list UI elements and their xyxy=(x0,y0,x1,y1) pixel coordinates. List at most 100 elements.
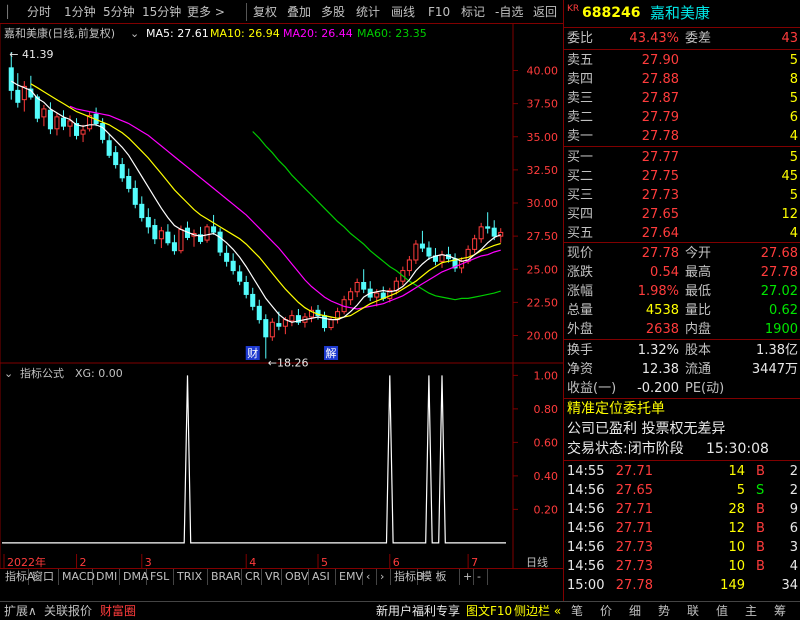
indicator-tab[interactable]: 窗口 xyxy=(29,569,59,585)
jie-marker[interactable]: 解 xyxy=(324,346,339,360)
ask-price: 27.87 xyxy=(641,91,679,106)
tick-side: B xyxy=(756,521,765,536)
status-left-item[interactable]: 扩展∧ xyxy=(4,603,37,620)
tick-volume: 5 xyxy=(736,483,745,498)
side-tab-6[interactable]: 主 xyxy=(745,603,757,620)
tick-price: 27.78 xyxy=(615,578,653,593)
stock-title-row: KR 688246 嘉和美康 xyxy=(564,3,800,23)
tab-1min[interactable]: 1分钟 xyxy=(64,4,96,20)
status-left-item[interactable]: 财富圈 xyxy=(100,603,136,620)
indicator-tab[interactable]: DMI xyxy=(93,569,120,585)
indicator-menu-icon[interactable]: ⌄ xyxy=(4,367,13,380)
precise-order-link[interactable]: 精准定位委托单 xyxy=(564,400,800,419)
ask-row[interactable]: 卖五 27.90 5 xyxy=(564,51,800,70)
kline-chart-svg[interactable]: 嘉和美康(日线,前复权) ⌄ MA5: 27.61 MA10: 26.94 MA20: … xyxy=(0,24,563,568)
bid-row[interactable]: 买一 27.77 5 xyxy=(564,148,800,167)
indicator-tab[interactable]: 指标A xyxy=(2,569,35,585)
tick-volume: 149 xyxy=(720,578,745,593)
return-button[interactable]: 返回 xyxy=(533,4,557,20)
stock-name: 嘉和美康 xyxy=(650,4,711,22)
fuquan-button[interactable]: 复权 xyxy=(253,4,277,20)
bid-row[interactable]: 买五 27.64 4 xyxy=(564,224,800,243)
status-left-item[interactable]: 图文F10 xyxy=(466,603,512,620)
ind-y-tick-label: 0.40 xyxy=(534,470,559,483)
ind-y-tick-label: 0.60 xyxy=(534,436,559,449)
side-tab-4[interactable]: 联 xyxy=(687,603,699,620)
side-tab-3[interactable]: 势 xyxy=(658,603,670,620)
indicator-tab[interactable]: FSL xyxy=(147,569,174,585)
tick-count: 4 xyxy=(789,559,798,574)
indicator-tab[interactable]: CR xyxy=(242,569,262,585)
indicator-tab[interactable]: › xyxy=(377,569,391,585)
ask-row[interactable]: 卖三 27.87 5 xyxy=(564,89,800,108)
indicator-tab[interactable]: MACD xyxy=(59,569,95,585)
ask-row[interactable]: 卖一 27.78 4 xyxy=(564,127,800,146)
side-tab-2[interactable]: 细 xyxy=(629,603,641,620)
mark-button[interactable]: 标记 xyxy=(461,4,485,20)
tab-intraday[interactable]: 分时 xyxy=(27,4,51,20)
f10-button[interactable]: F10 xyxy=(428,4,450,20)
indicator-tab[interactable]: VR xyxy=(262,569,282,585)
chart-menu-icon[interactable]: ⌄ xyxy=(130,27,139,40)
tick-time: 14:56 xyxy=(567,559,605,574)
quote-label: 内盘 xyxy=(685,322,712,337)
tab-more[interactable]: 更多 > xyxy=(187,4,225,20)
indicator-tab[interactable]: EMV xyxy=(336,569,363,585)
side-tab-5[interactable]: 值 xyxy=(716,603,728,620)
indicator-tab[interactable]: BRAR xyxy=(208,569,242,585)
toolbar-back-icon[interactable]: │ xyxy=(4,4,11,20)
fundamental-row: 换手 1.32% 股本 1.38亿 xyxy=(564,341,800,360)
remove-watchlist-button[interactable]: -自选 xyxy=(495,4,523,20)
status-left-item[interactable]: 关联报价 xyxy=(44,603,92,620)
status-left-item[interactable]: 侧边栏 « xyxy=(514,603,561,620)
candle-body xyxy=(328,319,334,329)
high-price-annotation: ← 41.39 xyxy=(9,48,53,61)
bid-row[interactable]: 买四 27.65 12 xyxy=(564,205,800,224)
ask-row[interactable]: 卖四 27.88 8 xyxy=(564,70,800,89)
status-left-item[interactable]: 新用户福利专享 xyxy=(376,603,460,620)
chart-area[interactable]: 嘉和美康(日线,前复权) ⌄ MA5: 27.61 MA10: 26.94 MA20: … xyxy=(0,24,563,568)
indicator-tab[interactable]: 指标B xyxy=(391,569,424,585)
indicator-tab[interactable]: ‹ xyxy=(363,569,377,585)
tick-row[interactable]: 14:56 27.71 28 B 9 xyxy=(564,500,800,519)
period-label[interactable]: 日线 xyxy=(526,555,548,568)
ask-row[interactable]: 卖二 27.79 6 xyxy=(564,108,800,127)
stats-button[interactable]: 统计 xyxy=(356,4,380,20)
ask-label: 卖三 xyxy=(567,91,594,106)
indicator-tab[interactable]: TRIX xyxy=(174,569,208,585)
bid-label: 买三 xyxy=(567,188,594,203)
tick-row[interactable]: 14:56 27.73 10 B 3 xyxy=(564,538,800,557)
tick-row[interactable]: 15:00 27.78 149 34 xyxy=(564,576,800,595)
side-tab-0[interactable]: 笔 xyxy=(571,603,583,620)
candle-body xyxy=(426,247,432,257)
draw-line-button[interactable]: 画线 xyxy=(391,4,415,20)
ma10-label: MA10: 26.94 xyxy=(210,27,280,40)
bid-row[interactable]: 买二 27.75 45 xyxy=(564,167,800,186)
side-tab-1[interactable]: 价 xyxy=(600,603,612,620)
fundamental-label: 股本 xyxy=(685,343,712,358)
tick-row[interactable]: 14:56 27.73 10 B 4 xyxy=(564,557,800,576)
indicator-tab[interactable]: + xyxy=(460,569,474,585)
tick-row[interactable]: 14:56 27.71 12 B 6 xyxy=(564,519,800,538)
bid-row[interactable]: 买三 27.73 5 xyxy=(564,186,800,205)
overlay-button[interactable]: 叠加 xyxy=(287,4,311,20)
indicator-tab[interactable]: DMA xyxy=(120,569,149,585)
indicator-tab[interactable]: OBV xyxy=(282,569,309,585)
side-tab-7[interactable]: 筹 xyxy=(774,603,786,620)
tab-15min[interactable]: 15分钟 xyxy=(142,4,181,20)
tab-5min[interactable]: 5分钟 xyxy=(103,4,135,20)
ask-label: 卖五 xyxy=(567,53,594,68)
divider xyxy=(564,27,800,28)
divider xyxy=(564,49,800,50)
multi-stock-button[interactable]: 多股 xyxy=(321,4,345,20)
indicator-tab[interactable]: - xyxy=(474,569,488,585)
indicator-tab[interactable]: ASI xyxy=(309,569,336,585)
indicator-tab[interactable]: 模 板 xyxy=(418,569,460,585)
company-note-text: 公司已盈利 投票权无差异 xyxy=(567,421,726,437)
x-tick-label: 4 xyxy=(249,556,256,568)
tick-row[interactable]: 14:55 27.71 14 B 2 xyxy=(564,462,800,481)
candle-body xyxy=(256,305,262,321)
x-tick-label: 2 xyxy=(80,556,87,568)
tick-row[interactable]: 14:56 27.65 5 S 2 xyxy=(564,481,800,500)
cai-marker[interactable]: 财 xyxy=(245,346,260,360)
